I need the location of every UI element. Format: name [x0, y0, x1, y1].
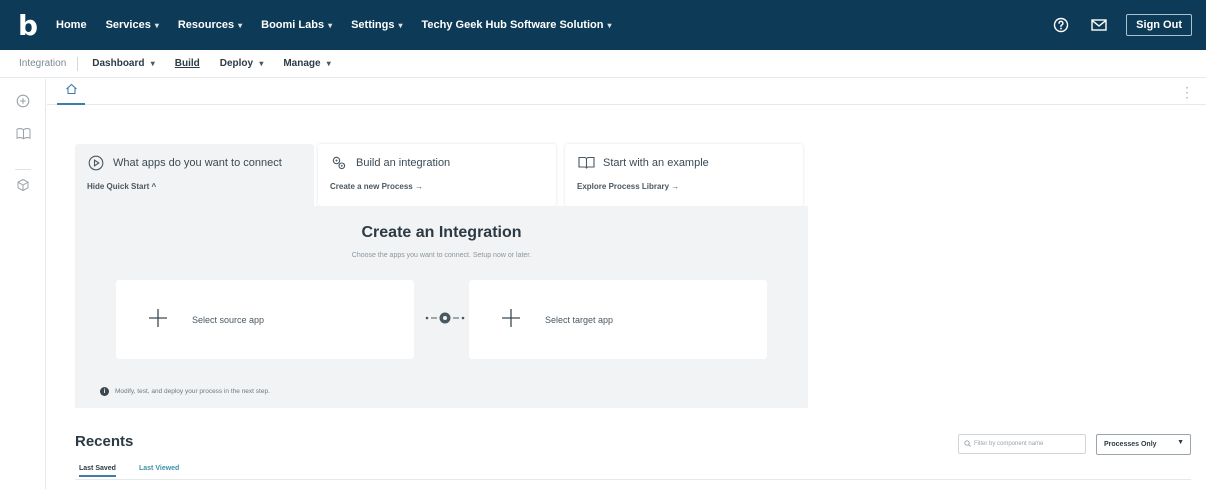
- create-new-process-label: Create a new Process: [330, 182, 413, 191]
- chevron-up-icon: ^: [151, 182, 157, 191]
- card-build-title: Build an integration: [356, 157, 451, 169]
- chevron-down-icon: ▾: [398, 20, 403, 30]
- quick-start-card-build[interactable]: Build an integration Create a new Proces…: [318, 144, 556, 206]
- nav-settings[interactable]: Settings ▾: [351, 19, 402, 31]
- chevron-down-icon: ▾: [328, 20, 333, 30]
- tab-last-saved[interactable]: Last Saved: [79, 465, 116, 477]
- mail-icon[interactable]: [1088, 14, 1110, 36]
- nav-services[interactable]: Services ▾: [106, 19, 159, 31]
- card-example-title: Start with an example: [603, 157, 709, 169]
- card-connect-title: What apps do you want to connect: [113, 157, 282, 169]
- open-book-icon: [577, 154, 595, 172]
- rail-divider: [15, 161, 31, 177]
- gears-icon: [330, 154, 348, 172]
- card-title: What apps do you want to connect: [87, 154, 282, 172]
- filter-placeholder: Filter by component name: [974, 441, 1044, 447]
- nav-resources[interactable]: Resources ▾: [178, 19, 242, 31]
- nav-services-label: Services: [105, 19, 151, 31]
- chevron-down-icon: ▾: [607, 20, 612, 30]
- home-icon: [65, 82, 78, 100]
- subnav-manage[interactable]: Manage ▾: [283, 58, 330, 69]
- product-title: Integration: [0, 56, 79, 71]
- book-icon[interactable]: [15, 125, 31, 141]
- explore-process-library-link[interactable]: Explore Process Library →: [577, 182, 679, 191]
- component-filter-input[interactable]: Filter by component name: [958, 434, 1086, 454]
- quick-start-card-example[interactable]: Start with an example Explore Process Li…: [565, 144, 803, 206]
- sub-navbar: Integration Dashboard ▾ Build Deploy ▾ M…: [0, 50, 1206, 78]
- nav-boomi-labs[interactable]: Boomi Labs ▾: [261, 19, 332, 31]
- chevron-down-icon: ▾: [324, 59, 331, 68]
- process-type-select[interactable]: Processes Only ▼: [1096, 434, 1191, 455]
- connector-icon: [423, 311, 467, 325]
- top-nav-right: Sign Out: [1050, 0, 1192, 50]
- left-rail: [0, 79, 46, 489]
- play-circle-icon: [87, 154, 105, 172]
- plus-icon: [146, 306, 170, 330]
- workspace-tab-bar: ⋮: [47, 79, 1206, 105]
- quick-start-card-connect[interactable]: What apps do you want to connect Hide Qu…: [75, 144, 314, 208]
- boomi-logo[interactable]: b: [0, 0, 56, 50]
- subnav-dashboard[interactable]: Dashboard ▾: [92, 58, 154, 69]
- select-source-app-label: Select source app: [192, 315, 265, 325]
- panel-info-note: i Modify, test, and deploy your process …: [100, 387, 270, 396]
- add-circle-icon[interactable]: [15, 93, 31, 109]
- chevron-down-icon: ▼: [1177, 439, 1184, 446]
- kebab-menu-icon[interactable]: ⋮: [1180, 85, 1194, 99]
- hide-quick-start-label: Hide Quick Start: [87, 182, 150, 191]
- nav-resources-label: Resources: [177, 19, 235, 31]
- nav-settings-label: Settings: [351, 19, 395, 31]
- card-title: Start with an example: [577, 154, 709, 172]
- card-title: Build an integration: [330, 154, 450, 172]
- create-new-process-link[interactable]: Create a new Process →: [330, 182, 423, 191]
- hide-quick-start-link[interactable]: Hide Quick Start ^: [87, 182, 156, 191]
- chevron-down-icon: ▾: [154, 20, 159, 30]
- subnav-build[interactable]: Build: [175, 58, 200, 69]
- nav-account-label: Techy Geek Hub Software Solution: [421, 19, 604, 31]
- chevron-down-icon: ▾: [238, 20, 243, 30]
- explore-process-library-label: Explore Process Library: [577, 182, 670, 191]
- arrow-right-icon: →: [414, 182, 423, 191]
- nav-home[interactable]: Home: [56, 19, 87, 31]
- subnav-build-label: Build: [174, 58, 200, 69]
- panel-subtitle: Choose the apps you want to connect. Set…: [351, 252, 532, 259]
- chevron-down-icon: ▾: [148, 59, 155, 68]
- select-target-app-label: Select target app: [545, 315, 614, 325]
- create-integration-panel: Create an Integration Choose the apps yo…: [75, 206, 808, 408]
- subnav-manage-label: Manage: [283, 58, 321, 69]
- plus-icon: [499, 306, 523, 330]
- recents-divider: [75, 479, 1191, 480]
- nav-account-switcher[interactable]: Techy Geek Hub Software Solution ▾: [422, 19, 612, 31]
- top-navbar: b Home Services ▾ Resources ▾ Boomi Labs ▾ …: [0, 0, 1206, 50]
- question-circle-icon[interactable]: [1050, 14, 1072, 36]
- sign-out-button[interactable]: Sign Out: [1126, 14, 1192, 36]
- process-type-value: Processes Only: [1104, 441, 1157, 448]
- select-source-app-button[interactable]: Select source app: [116, 280, 414, 359]
- panel-title: Create an Integration: [361, 224, 522, 241]
- subnav-deploy[interactable]: Deploy ▾: [220, 58, 264, 69]
- select-target-app-button[interactable]: Select target app: [469, 280, 767, 359]
- subnav-dashboard-label: Dashboard: [92, 58, 145, 69]
- recents-title: Recents: [75, 433, 134, 450]
- search-icon: [964, 439, 971, 449]
- nav-home-label: Home: [56, 19, 87, 31]
- tab-last-viewed[interactable]: Last Viewed: [139, 465, 179, 472]
- chevron-down-icon: ▾: [257, 59, 264, 68]
- component-icon[interactable]: [15, 177, 31, 193]
- nav-boomi-labs-label: Boomi Labs: [261, 19, 325, 31]
- panel-note-text: Modify, test, and deploy your process in…: [115, 388, 270, 395]
- home-tab[interactable]: [57, 79, 85, 105]
- top-nav-items: Home Services ▾ Resources ▾ Boomi Labs ▾ Se…: [56, 0, 630, 50]
- info-icon: i: [100, 387, 109, 396]
- arrow-right-icon: →: [671, 182, 680, 191]
- subnav-deploy-label: Deploy: [219, 58, 254, 69]
